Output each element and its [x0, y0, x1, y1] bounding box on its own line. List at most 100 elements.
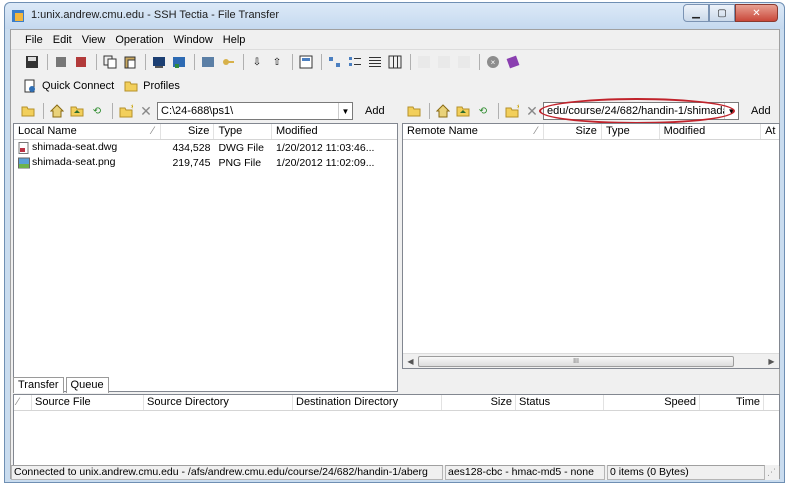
- col-source-file[interactable]: Source File: [32, 395, 144, 410]
- file-row[interactable]: shimada-seat.dwg 434,528 DWG File 1/20/2…: [14, 140, 397, 155]
- profiles-button[interactable]: Profiles: [124, 79, 180, 93]
- local-add-button[interactable]: Add: [361, 103, 389, 119]
- tab-queue[interactable]: Queue: [65, 377, 109, 393]
- toolbar-separator: [243, 54, 244, 70]
- annotation-highlight-circle: [539, 98, 735, 124]
- col-modified[interactable]: Modified: [272, 124, 397, 139]
- local-path-combo[interactable]: C:\24-688\ps1\ ▼: [157, 102, 353, 120]
- close-icon: ✕: [752, 7, 761, 19]
- close-button[interactable]: ✕: [735, 4, 778, 22]
- download-button[interactable]: ⇩: [248, 53, 266, 71]
- col-time[interactable]: Time: [700, 395, 764, 410]
- toolbar-separator: [43, 103, 44, 119]
- local-home-button[interactable]: [48, 102, 66, 120]
- keys-button[interactable]: [219, 53, 237, 71]
- window-title: 1:unix.andrew.cmu.edu - SSH Tectia - Fil…: [31, 9, 280, 21]
- remote-file-pane[interactable]: Remote Name ⁄ Size Type Modified At ◀ III…: [402, 123, 780, 369]
- save-button[interactable]: [23, 53, 41, 71]
- folder-icon: [124, 81, 138, 92]
- menu-window[interactable]: Window: [174, 34, 213, 46]
- details-view-button[interactable]: [366, 53, 384, 71]
- list-view-button[interactable]: [346, 53, 364, 71]
- new-file-transfer-button[interactable]: [170, 53, 188, 71]
- col-destination-directory[interactable]: Destination Directory: [293, 395, 442, 410]
- copy-button[interactable]: [101, 53, 119, 71]
- remote-home-button[interactable]: [434, 102, 452, 120]
- file-transfer-icon: [173, 57, 185, 68]
- quick-connect-icon: [24, 79, 35, 93]
- menu-view[interactable]: View: [82, 34, 106, 46]
- settings-button[interactable]: [199, 53, 217, 71]
- app-window: 1:unix.andrew.cmu.edu - SSH Tectia - Fil…: [4, 2, 785, 483]
- file-name-cell: shimada-seat.dwg: [14, 141, 161, 154]
- connect-button[interactable]: [72, 53, 90, 71]
- col-type[interactable]: Type: [602, 124, 660, 139]
- delete-icon: ✕: [526, 102, 538, 119]
- terminal-icon: [153, 57, 165, 68]
- ascii-mode-button[interactable]: [415, 53, 433, 71]
- col-source-directory[interactable]: Source Directory: [144, 395, 293, 410]
- col-size[interactable]: Size: [544, 124, 602, 139]
- col-remote-name[interactable]: Remote Name ⁄: [403, 124, 545, 139]
- paste-button[interactable]: [121, 53, 139, 71]
- columns-view-button[interactable]: [386, 53, 404, 71]
- minimize-button[interactable]: ▁: [683, 4, 709, 22]
- file-type-cell: DWG File: [218, 141, 264, 154]
- large-icons-button[interactable]: [297, 53, 315, 71]
- col-size[interactable]: Size: [442, 395, 516, 410]
- col-modified[interactable]: Modified: [660, 124, 762, 139]
- local-delete-button[interactable]: ✕: [137, 102, 155, 120]
- scroll-thumb[interactable]: III: [418, 355, 734, 367]
- col-speed[interactable]: Speed: [604, 395, 700, 410]
- auto-mode-button[interactable]: [455, 53, 473, 71]
- view-icon: [299, 55, 313, 69]
- arrow-down-icon: ⇩: [252, 56, 262, 68]
- svg-text:✶: ✶: [516, 104, 519, 111]
- small-icons-icon: [329, 57, 340, 67]
- transfer-list[interactable]: ⁄ Source File Source Directory Destinati…: [13, 394, 780, 466]
- local-new-folder-button[interactable]: ✶: [117, 102, 135, 120]
- col-type[interactable]: Type: [214, 124, 272, 139]
- maximize-button[interactable]: ▢: [709, 4, 735, 22]
- menu-help[interactable]: Help: [223, 34, 246, 46]
- upload-button[interactable]: ⇧: [268, 53, 286, 71]
- remote-horizontal-scrollbar[interactable]: ◀ III ▶: [403, 353, 779, 368]
- remote-up-button[interactable]: [454, 102, 472, 120]
- toolbar-separator: [145, 54, 146, 70]
- tab-transfer[interactable]: Transfer: [13, 377, 64, 393]
- terminal-button[interactable]: [150, 53, 168, 71]
- local-column-header: Local Name ⁄ Size Type Modified: [14, 124, 397, 140]
- local-refresh-button[interactable]: ⟲: [88, 102, 106, 120]
- quick-connect-button[interactable]: Quick Connect: [23, 79, 114, 93]
- col-attributes[interactable]: At: [761, 124, 779, 139]
- col-local-name[interactable]: Local Name ⁄: [14, 124, 161, 139]
- help-button[interactable]: [504, 53, 522, 71]
- remote-new-folder-button[interactable]: ✶: [503, 102, 521, 120]
- file-row[interactable]: shimada-seat.png 219,745 PNG File 1/20/2…: [14, 155, 397, 170]
- remote-browse-button[interactable]: [405, 102, 423, 120]
- chevron-down-icon[interactable]: ▼: [338, 103, 352, 119]
- title-bar[interactable]: 1:unix.andrew.cmu.edu - SSH Tectia - Fil…: [5, 3, 784, 29]
- col-status[interactable]: Status: [516, 395, 604, 410]
- col-size[interactable]: Size: [161, 124, 215, 139]
- resize-grip-icon[interactable]: ⋰: [767, 465, 779, 480]
- menu-operation[interactable]: Operation: [115, 34, 163, 46]
- local-browse-button[interactable]: [19, 102, 37, 120]
- scroll-left-icon[interactable]: ◀: [403, 357, 418, 366]
- menu-edit[interactable]: Edit: [53, 34, 72, 46]
- binary-mode-button[interactable]: [435, 53, 453, 71]
- file-name-cell: shimada-seat.png: [14, 156, 161, 168]
- remote-add-button[interactable]: Add: [747, 103, 775, 119]
- stop-button[interactable]: ×: [484, 53, 502, 71]
- local-file-pane[interactable]: Local Name ⁄ Size Type Modified shimada-s…: [13, 123, 398, 392]
- sort-indicator-icon: ⁄: [535, 125, 538, 137]
- disconnect-button[interactable]: [52, 53, 70, 71]
- small-icons-button[interactable]: [326, 53, 344, 71]
- menu-file[interactable]: File: [25, 34, 43, 46]
- svg-text:✶: ✶: [130, 104, 133, 111]
- remote-refresh-button[interactable]: ⟲: [474, 102, 492, 120]
- local-up-button[interactable]: [68, 102, 86, 120]
- scroll-right-icon[interactable]: ▶: [764, 357, 779, 366]
- help-book-icon: [506, 55, 520, 69]
- ascii-mode-icon: [418, 56, 430, 68]
